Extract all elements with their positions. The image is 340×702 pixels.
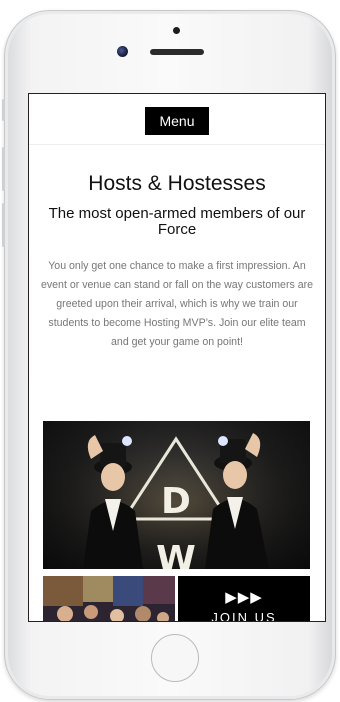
menu-button[interactable]: Menu	[145, 107, 209, 135]
camera-lens-icon	[117, 46, 128, 57]
join-us-tile[interactable]: ▶▶▶ JOIN US	[178, 576, 310, 622]
event-photo-thumbnail[interactable]	[43, 576, 175, 621]
mute-switch	[2, 99, 5, 121]
page-subtitle: The most open-armed members of our Force	[48, 205, 306, 238]
intro-paragraph: You only get one chance to make a first …	[40, 260, 314, 348]
logo-letter-d: D	[161, 481, 191, 522]
earpiece-speaker	[150, 49, 204, 55]
event-photo-art	[43, 576, 175, 621]
page-title: Hosts & Hostesses	[88, 172, 266, 195]
logo-letter-w: W	[156, 539, 196, 569]
top-bar: Menu	[29, 94, 325, 145]
hero-image-art: D W	[43, 421, 310, 569]
play-icon: ▶▶▶	[225, 589, 263, 606]
phone-screen: Menu Hosts & Hostesses The most open-arm…	[28, 93, 326, 622]
volume-up-button	[2, 147, 5, 191]
home-button[interactable]	[151, 634, 199, 682]
join-us-label: JOIN US	[211, 610, 277, 622]
thumbnail-row: ▶▶▶ JOIN US	[43, 576, 310, 622]
front-camera-icon	[173, 27, 180, 34]
volume-down-button	[2, 203, 5, 247]
hero-image: D W	[43, 421, 310, 569]
